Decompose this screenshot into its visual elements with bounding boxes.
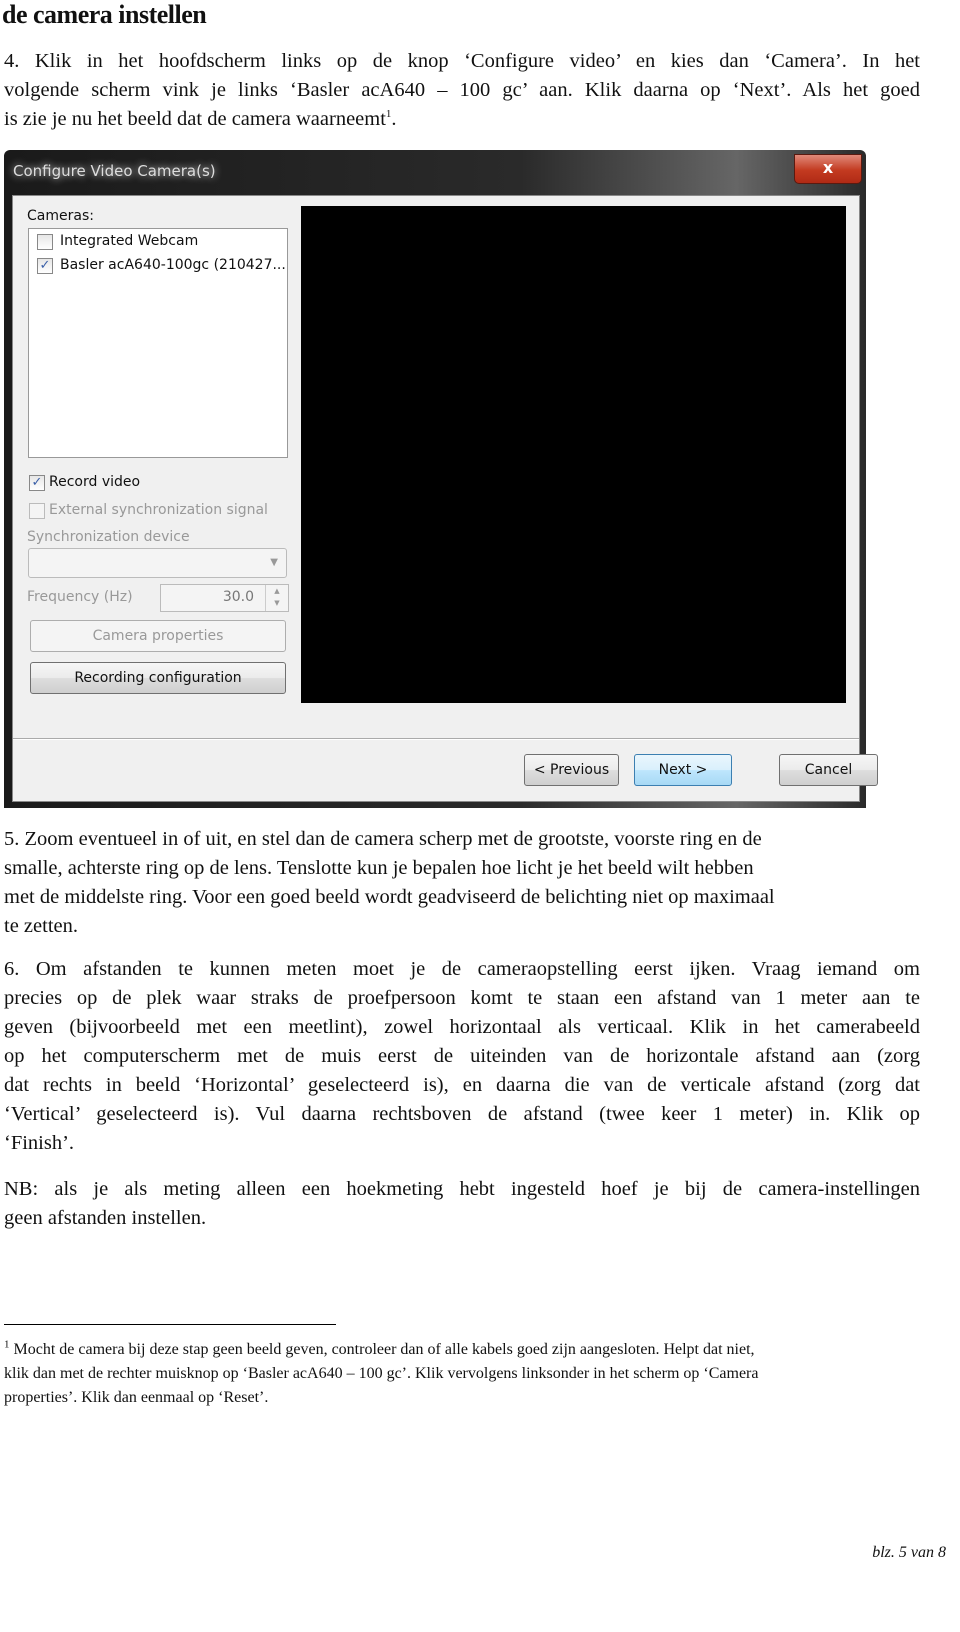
text-line: geven (bijvoorbeeld met een meetlint), z… (4, 1016, 920, 1038)
text-line: 4. Klik in het hoofdscherm links op de k… (4, 50, 920, 72)
divider (13, 738, 859, 740)
sync-device-select[interactable]: ▼ (28, 548, 287, 578)
frequency-stepper[interactable]: 30.0 ▲ ▼ (160, 584, 289, 612)
text-line: dat rechts in beeld ‘Horizontal’ geselec… (4, 1074, 920, 1096)
text-line: 5. Zoom eventueel in of uit, en stel dan… (4, 828, 762, 850)
close-icon[interactable]: x (794, 154, 862, 184)
spin-up-icon[interactable]: ▲ (266, 585, 288, 597)
text-line: te zetten. (4, 915, 78, 937)
text-line: Mocht de camera bij deze stap geen beeld… (13, 1341, 755, 1358)
external-sync-label: External synchronization signal (49, 502, 268, 518)
checkbox[interactable] (37, 234, 53, 250)
text-line: is zie je nu het beeld dat de camera waa… (4, 108, 397, 130)
text-line: met de middelste ring. Voor een goed bee… (4, 886, 775, 908)
cameras-label: Cameras: (27, 208, 94, 224)
configure-video-camera-dialog: Configure Video Camera(s) x Cameras: Int… (4, 150, 878, 808)
cameras-list[interactable]: Integrated Webcam ✓ Basler acA640-100gc … (28, 228, 288, 458)
text-line: 6. Om afstanden te kunnen meten moet je … (4, 958, 920, 980)
dialog-client-area: Cameras: Integrated Webcam ✓ Basler acA6… (12, 195, 878, 802)
next-button[interactable]: Next > (634, 754, 732, 786)
text-line: properties’. Klik dan eenmaal op ‘Reset’… (4, 1389, 269, 1406)
record-video-label: Record video (49, 474, 141, 490)
camera-properties-button[interactable]: Camera properties (30, 620, 286, 652)
step-6-paragraph: 6. Om afstanden te kunnen meten moet je … (4, 955, 920, 1158)
cancel-button[interactable]: Cancel (779, 754, 878, 786)
record-video-checkbox[interactable]: ✓ (29, 475, 45, 491)
dialog-title: Configure Video Camera(s) (13, 162, 216, 180)
checkbox-checked[interactable]: ✓ (37, 258, 53, 274)
text-line: smalle, achterste ring op de lens. Tensl… (4, 857, 754, 879)
spin-down-icon[interactable]: ▼ (266, 597, 288, 609)
footnote-ref[interactable]: 1 (386, 108, 392, 120)
camera-preview (301, 206, 846, 703)
recording-configuration-button[interactable]: Recording configuration (30, 662, 286, 694)
text-line: ‘Vertical’ geselecteerd is). Vul daarna … (4, 1103, 920, 1125)
text-line: ‘Finish’. (4, 1132, 75, 1154)
previous-button[interactable]: < Previous (524, 754, 619, 786)
text-line: NB: als je als meting alleen een hoekmet… (4, 1178, 920, 1200)
text-line: klik dan met de rechter muisknop op ‘Bas… (4, 1365, 759, 1382)
chevron-down-icon: ▼ (270, 557, 278, 568)
text-line: geen afstanden instellen. (4, 1207, 207, 1229)
nb-paragraph: NB: als je als meting alleen een hoekmet… (4, 1175, 920, 1233)
text-line: op het computerscherm met de muis eerst … (4, 1045, 920, 1067)
step-4-paragraph: 4. Klik in het hoofdscherm links op de k… (4, 47, 920, 134)
footnote-divider (4, 1324, 336, 1325)
step-5-paragraph: 5. Zoom eventueel in of uit, en stel dan… (4, 825, 920, 941)
frequency-label: Frequency (Hz) (27, 589, 133, 605)
text-line: volgende scherm vink je links ‘Basler ac… (4, 79, 920, 101)
sync-device-label: Synchronization device (27, 529, 190, 545)
page-title: de camera instellen (2, 0, 207, 29)
footnote-mark: 1 (4, 1338, 10, 1351)
footnote: 1 Mocht de camera bij deze stap geen bee… (4, 1338, 934, 1410)
page-number: blz. 5 van 8 (872, 1544, 946, 1561)
text-line: precies op de plek waar straks de proefp… (4, 987, 920, 1009)
external-sync-checkbox[interactable] (29, 503, 45, 519)
